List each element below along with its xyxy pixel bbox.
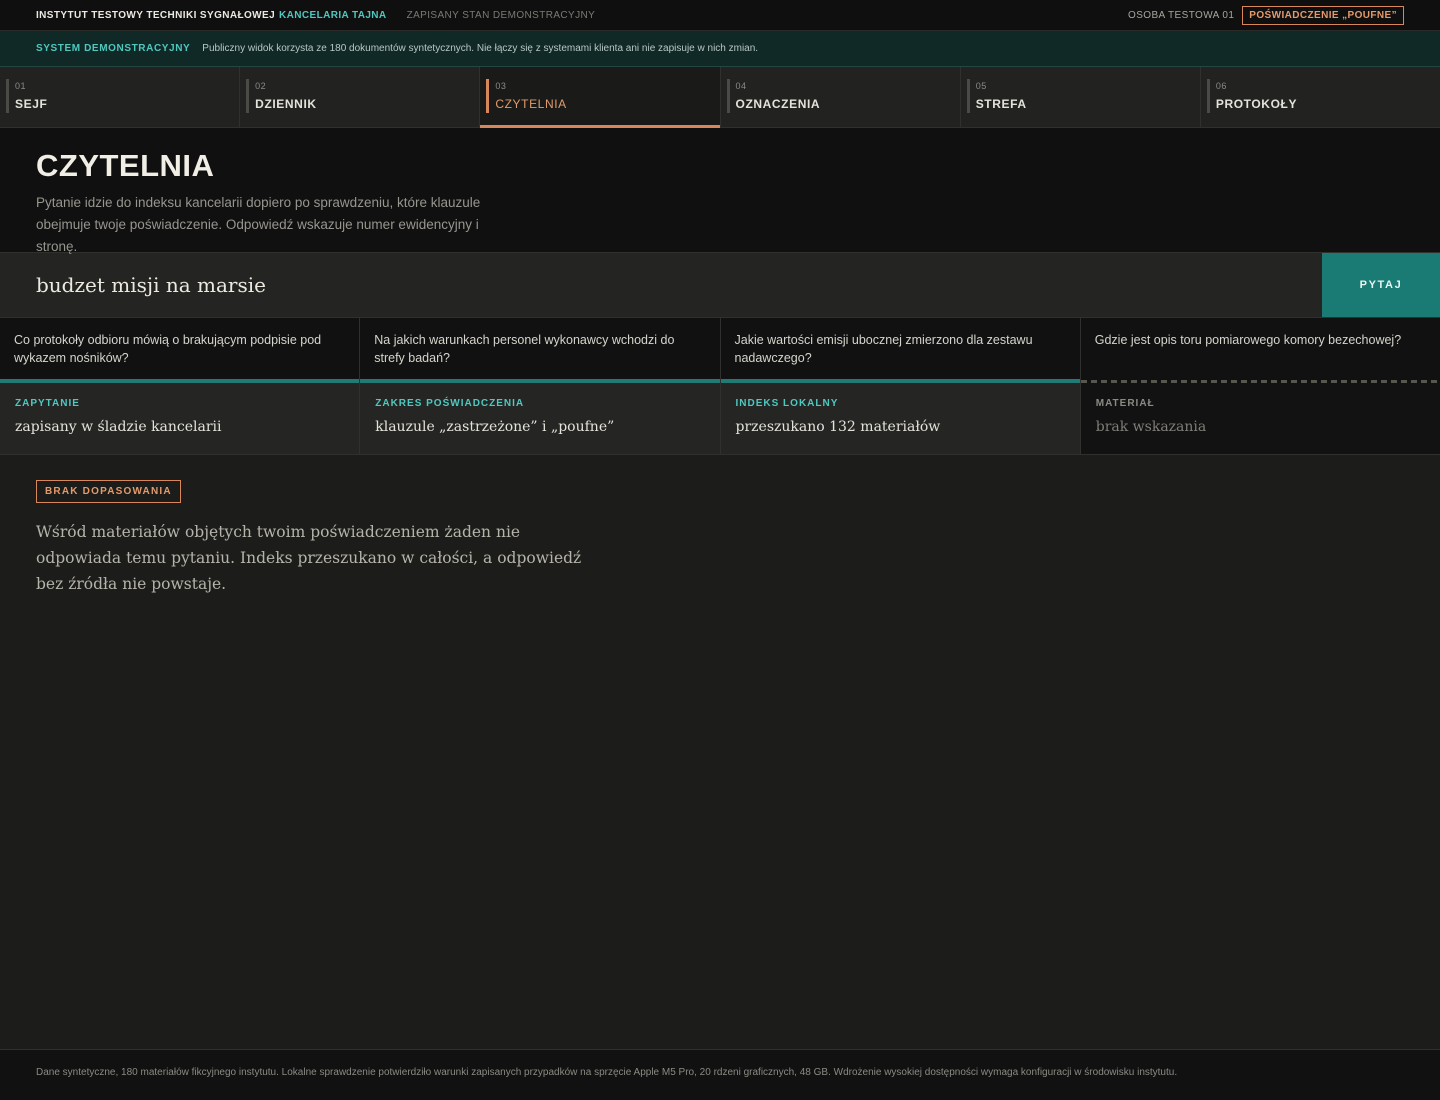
status-card-index: INDEKS LOKALNY przeszukano 132 materiałó… bbox=[720, 383, 1081, 454]
query-input[interactable] bbox=[0, 253, 1322, 317]
status-label: INDEKS LOKALNY bbox=[735, 398, 839, 409]
status-card-scope: ZAKRES POŚWIADCZENIA klauzule „zastrzeżo… bbox=[360, 383, 721, 454]
tab-protokoly[interactable]: 06 PROTOKOŁY bbox=[1201, 67, 1440, 127]
top-bar: INSTYTUT TESTOWY TECHNIKI SYGNAŁOWEJ KAN… bbox=[0, 0, 1440, 31]
result-text: Wśród materiałów objętych twoim poświadc… bbox=[36, 523, 582, 593]
tab-number: 05 bbox=[975, 81, 987, 91]
tab-label: PROTOKOŁY bbox=[1215, 97, 1298, 111]
tab-label: STREFA bbox=[975, 97, 1027, 111]
status-panel: ZAPYTANIE zapisany w śladzie kancelarii … bbox=[0, 383, 1440, 455]
status-value: brak wskazania bbox=[1095, 419, 1207, 435]
status-card-material: MATERIAŁ brak wskazania bbox=[1080, 383, 1440, 454]
no-match-badge: BRAK DOPASOWANIA bbox=[36, 480, 181, 503]
tab-oznaczenia[interactable]: 04 OZNACZENIA bbox=[721, 67, 961, 127]
page-description: Pytanie idzie do indeksu kancelarii dopi… bbox=[36, 195, 481, 254]
status-card-query: ZAPYTANIE zapisany w śladzie kancelarii bbox=[0, 383, 361, 454]
ask-button[interactable]: PYTAJ bbox=[1322, 253, 1440, 317]
tab-label: DZIENNIK bbox=[255, 97, 317, 111]
demo-text: Publiczny widok korzysta ze 180 dokument… bbox=[202, 43, 759, 54]
tab-strefa[interactable]: 05 STREFA bbox=[961, 67, 1201, 127]
search-bar: PYTAJ bbox=[0, 253, 1440, 318]
footer: Dane syntetyczne, 180 materiałów fikcyjn… bbox=[0, 1049, 1440, 1100]
suggested-questions: Co protokoły odbioru mówią o brakującym … bbox=[0, 318, 1440, 383]
tab-label: SEJF bbox=[15, 97, 48, 111]
clearance-badge: POŚWIADCZENIE „POUFNE” bbox=[1242, 5, 1404, 25]
main-nav: 01 SEJF 02 DZIENNIK 03 CZYTELNIA 04 OZNA… bbox=[0, 67, 1440, 128]
footer-text: Dane syntetyczne, 180 materiałów fikcyjn… bbox=[36, 1067, 1178, 1078]
user-name: OSOBA TESTOWA 01 bbox=[1128, 9, 1235, 21]
chancery-label: KANCELARIA TAJNA bbox=[279, 9, 387, 21]
status-value: zapisany w śladzie kancelarii bbox=[15, 419, 222, 435]
saved-state-label: ZAPISANY STAN DEMONSTRACYJNY bbox=[406, 9, 596, 21]
suggestion-item[interactable]: Gdzie jest opis toru pomiarowego komory … bbox=[1080, 318, 1440, 383]
suggestion-item[interactable]: Co protokoły odbioru mówią o brakującym … bbox=[0, 318, 361, 383]
demo-banner: SYSTEM DEMONSTRACYJNY Publiczny widok ko… bbox=[0, 31, 1440, 67]
institute-name: INSTYTUT TESTOWY TECHNIKI SYGNAŁOWEJ bbox=[36, 9, 276, 21]
page-header: CZYTELNIA Pytanie idzie do indeksu kance… bbox=[0, 128, 1440, 254]
page-title: CZYTELNIA bbox=[36, 148, 215, 183]
tab-label: OZNACZENIA bbox=[735, 97, 821, 111]
tab-number: 04 bbox=[735, 81, 747, 91]
tab-number: 01 bbox=[15, 81, 27, 91]
status-label: MATERIAŁ bbox=[1095, 398, 1155, 409]
tab-number: 03 bbox=[495, 81, 507, 91]
demo-tag: SYSTEM DEMONSTRACYJNY bbox=[36, 43, 191, 54]
result-panel: BRAK DOPASOWANIA Wśród materiałów objęty… bbox=[0, 455, 1440, 597]
tab-label: CZYTELNIA bbox=[495, 97, 567, 111]
tab-number: 06 bbox=[1215, 81, 1227, 91]
tab-number: 02 bbox=[255, 81, 267, 91]
tab-czytelnia[interactable]: 03 CZYTELNIA bbox=[480, 67, 721, 128]
status-value: przeszukano 132 materiałów bbox=[735, 419, 941, 435]
tab-sejf[interactable]: 01 SEJF bbox=[0, 67, 241, 127]
suggestion-item[interactable]: Na jakich warunkach personel wykonawcy w… bbox=[360, 318, 721, 383]
tab-dziennik[interactable]: 02 DZIENNIK bbox=[240, 67, 481, 127]
status-value: klauzule „zastrzeżone” i „poufne” bbox=[375, 419, 615, 435]
status-label: ZAKRES POŚWIADCZENIA bbox=[375, 398, 525, 409]
suggestion-item[interactable]: Jakie wartości emisji ubocznej zmierzono… bbox=[720, 318, 1081, 383]
status-label: ZAPYTANIE bbox=[15, 398, 80, 409]
